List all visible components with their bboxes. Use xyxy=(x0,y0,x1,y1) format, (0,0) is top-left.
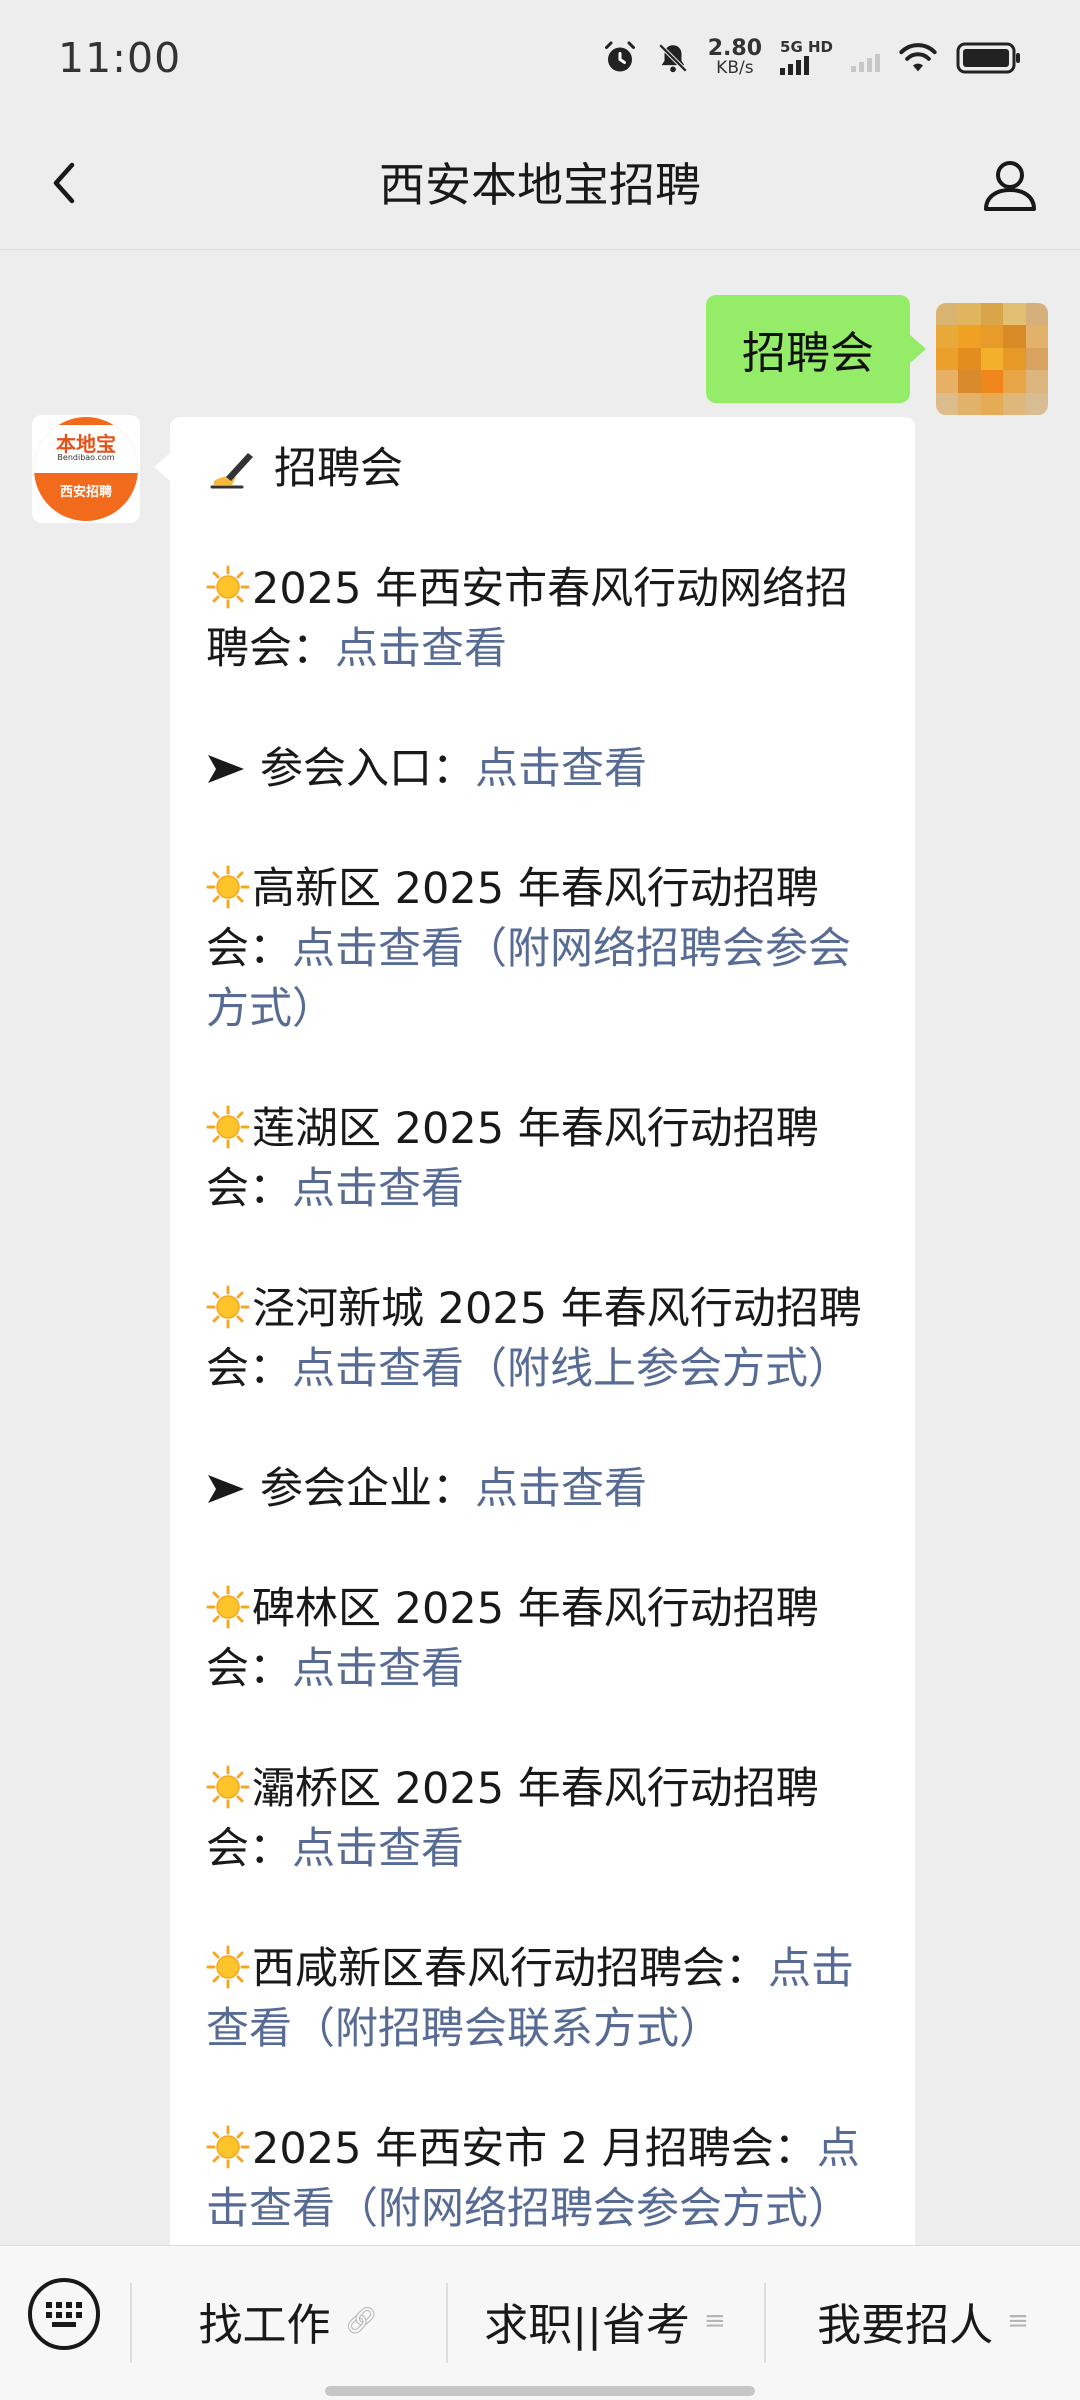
page-title: 西安本地宝招聘 xyxy=(379,158,701,212)
reply-item-list: 2025 年西安市春风行动网络招聘会：点击查看参会入口：点击查看高新区 2025… xyxy=(206,559,885,2239)
bendibao-logo: 本地宝 Bendibao.com 西安招聘 xyxy=(34,417,138,521)
battery-icon xyxy=(956,42,1020,73)
link-icon: 🔗︎ xyxy=(344,2306,378,2336)
menu-hire[interactable]: 我要招人 ≡ xyxy=(766,2276,1080,2366)
nav-bar: 西安本地宝招聘 xyxy=(0,115,1080,250)
menu-job-exam[interactable]: 求职||省考 ≡ xyxy=(448,2276,762,2366)
reply-item: 碑林区 2025 年春风行动招聘会：点击查看 xyxy=(206,1584,819,1694)
reply-item: 参会企业：点击查看 xyxy=(206,1459,885,1519)
status-time: 11:00 xyxy=(58,33,182,82)
signal-bars-icon xyxy=(780,55,810,75)
view-link[interactable]: 点击查看 xyxy=(475,1464,647,1514)
chevron-left-icon[interactable] xyxy=(38,155,94,211)
user-avatar[interactable] xyxy=(936,303,1048,415)
home-indicator[interactable] xyxy=(325,2386,755,2396)
sent-message: 招聘会 xyxy=(0,275,1080,415)
view-link[interactable]: 点击查看（附网络招聘会参会方式） xyxy=(206,924,851,1034)
sun-icon xyxy=(206,565,250,609)
reply-item: 2025 年西安市 2 月招聘会：点击查看（附网络招聘会参会方式） xyxy=(206,2124,860,2234)
sun-icon xyxy=(206,1585,250,1629)
reply-bubble: 招聘会 2025 年西安市春风行动网络招聘会：点击查看参会入口：点击查看高新区 … xyxy=(154,417,915,2245)
sun-icon xyxy=(206,1765,250,1809)
reply-item: 参会入口：点击查看 xyxy=(206,739,885,799)
view-link[interactable]: 点击查看 xyxy=(292,1164,464,1214)
net-speed: 2.80 KB/s xyxy=(707,36,763,78)
submenu-lines-icon: ≡ xyxy=(1007,2306,1029,2336)
sun-icon xyxy=(206,1105,250,1149)
arrow-right-icon xyxy=(208,1475,244,1503)
view-link[interactable]: 点击查看（附线上参会方式） xyxy=(292,1344,851,1394)
view-link[interactable]: 点击查看 xyxy=(475,744,647,794)
bottom-menu-bar: 找工作 🔗︎ 求职||省考 ≡ 我要招人 ≡ xyxy=(0,2245,1080,2400)
reply-item: 西咸新区春风行动招聘会：点击查看（附招聘会联系方式） xyxy=(206,1944,854,2054)
view-link[interactable]: 点击查看 xyxy=(292,1644,464,1694)
sun-icon xyxy=(206,1945,250,1989)
status-icons: 2.80 KB/s 5G HD xyxy=(602,38,1022,77)
arrow-right-icon xyxy=(208,755,244,783)
sun-icon xyxy=(206,865,250,909)
reply-item: 2025 年西安市春风行动网络招聘会：点击查看 xyxy=(206,564,849,674)
sun-icon xyxy=(206,1285,250,1329)
reply-item: 高新区 2025 年春风行动招聘会：点击查看（附网络招聘会参会方式） xyxy=(206,864,851,1034)
wifi-icon xyxy=(899,42,937,71)
view-link[interactable]: 点击查看 xyxy=(335,624,507,674)
reply-item: 灞桥区 2025 年春风行动招聘会：点击查看 xyxy=(206,1764,819,1874)
mute-bell-icon xyxy=(658,43,687,72)
cellular-signal: 5G HD xyxy=(780,40,833,75)
reply-item: 莲湖区 2025 年春风行动招聘会：点击查看 xyxy=(206,1104,819,1214)
status-bar: 11:00 2.80 KB/s 5G HD xyxy=(0,0,1080,115)
menu-find-job[interactable]: 找工作 🔗︎ xyxy=(132,2276,444,2366)
person-icon[interactable] xyxy=(978,153,1042,217)
reply-heading: 招聘会 xyxy=(206,439,885,499)
keyboard-icon[interactable] xyxy=(26,2276,102,2352)
sun-icon xyxy=(206,2125,250,2169)
bot-avatar[interactable]: 本地宝 Bendibao.com 西安招聘 xyxy=(32,415,140,523)
reply-item: 泾河新城 2025 年春风行动招聘会：点击查看（附线上参会方式） xyxy=(206,1284,862,1394)
sent-bubble[interactable]: 招聘会 xyxy=(706,295,926,403)
writing-hand-icon xyxy=(210,453,253,489)
alarm-icon xyxy=(604,41,635,71)
chat-area[interactable]: 招聘会 本地宝 Bendibao.com 西安招聘 招聘会 2025 年西安市春… xyxy=(0,250,1080,2245)
signal-bars-secondary-icon xyxy=(851,52,880,72)
submenu-lines-icon: ≡ xyxy=(703,2306,726,2336)
view-link[interactable]: 点击查看 xyxy=(292,1824,464,1874)
